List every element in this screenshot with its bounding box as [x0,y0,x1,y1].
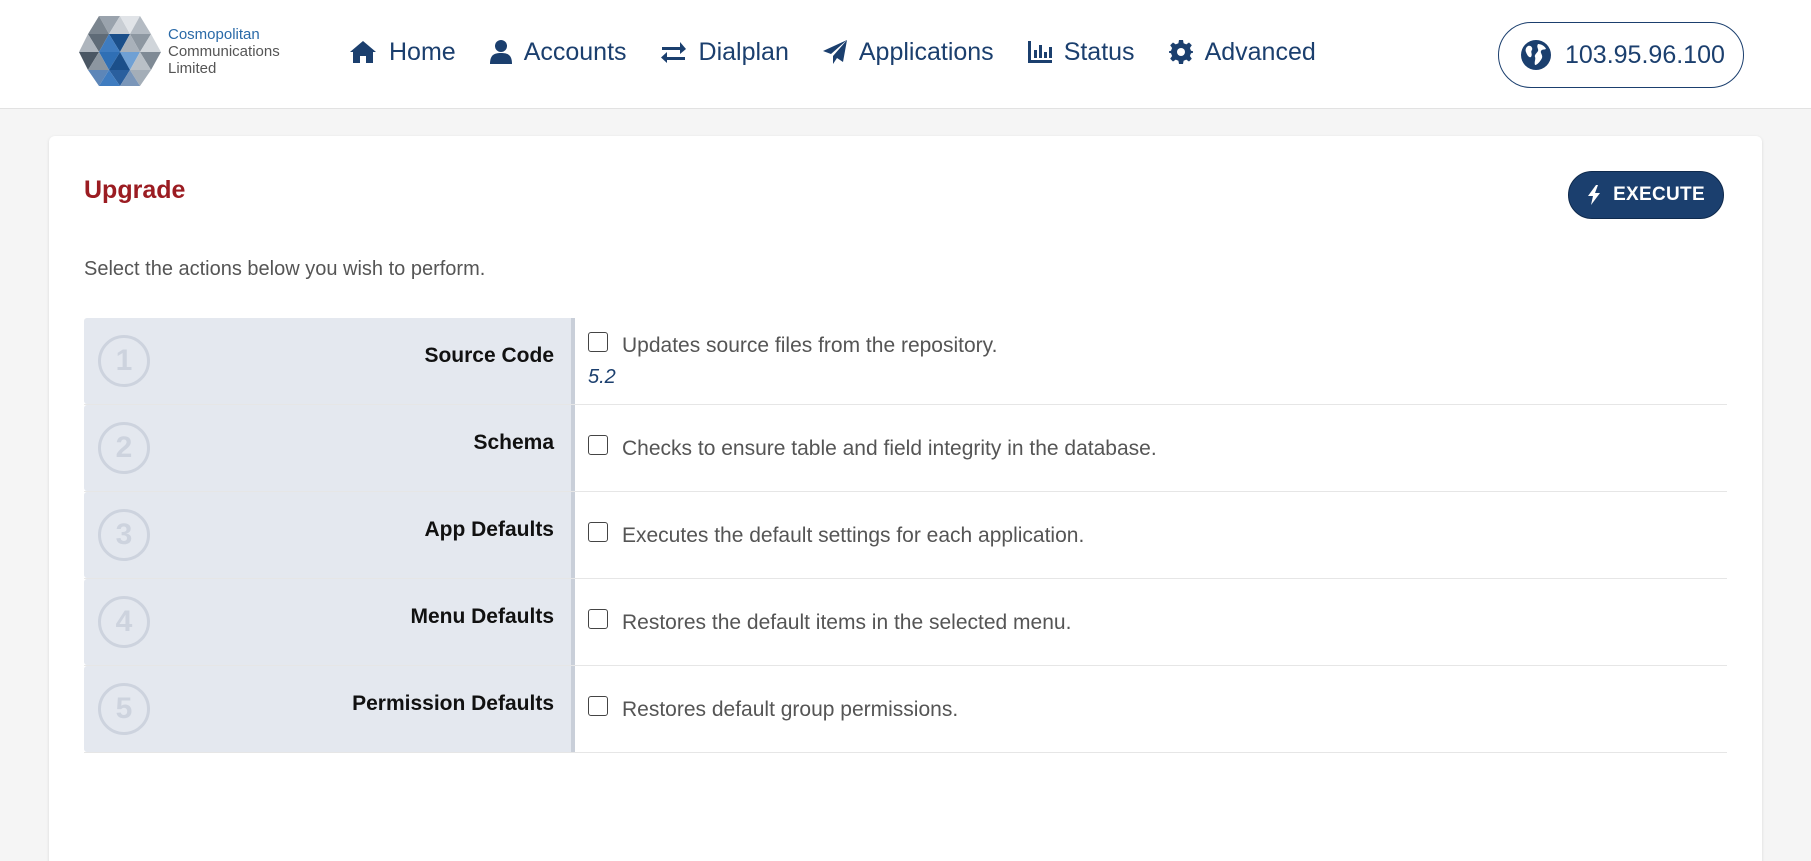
execute-button-label: EXECUTE [1613,184,1705,205]
step-number-badge: 4 [98,596,150,648]
source-version: 5.2 [588,366,616,388]
upgrade-card: Upgrade EXECUTE Select the actions below… [49,136,1762,861]
nav-status[interactable]: Status [1027,37,1135,67]
chart-icon [1027,41,1052,63]
bolt-icon [1588,185,1601,205]
nav-applications-label: Applications [858,37,994,66]
nav-home-label: Home [389,37,456,66]
nav-home[interactable]: Home [349,38,456,67]
action-label: App Defaults [424,518,554,541]
nav-status-label: Status [1063,37,1135,66]
action-row-permission-defaults: 5 Permission Defaults Restores default g… [84,666,1727,753]
action-row-menu-defaults: 4 Menu Defaults Restores the default ite… [84,579,1727,666]
step-number-badge: 5 [98,683,150,735]
nav-accounts-label: Accounts [523,37,627,66]
action-description: Restores the default items in the select… [622,611,1072,634]
action-label-cell: 5 Permission Defaults [84,666,575,752]
action-label-cell: 4 Menu Defaults [84,579,575,665]
gear-icon [1168,40,1193,64]
action-description: Restores default group permissions. [622,698,959,721]
ip-address-button[interactable]: 103.95.96.100 [1498,22,1744,88]
logo-line-2: Communications [168,43,280,60]
menu-defaults-checkbox[interactable] [588,609,608,629]
home-icon [350,41,376,63]
logo-line-1: Cosmopolitan [168,26,260,43]
page-description: Select the actions below you wish to per… [84,258,486,280]
logo-line-3: Limited [168,60,217,77]
action-label-cell: 1 Source Code [84,318,575,404]
globe-icon [1521,40,1551,70]
action-label-cell: 3 App Defaults [84,492,575,578]
logo-text: Cosmopolitan Communications Limited [168,26,280,77]
action-row-source-code: 1 Source Code Updates source files from … [84,318,1727,405]
action-description: Executes the default settings for each a… [622,524,1085,547]
exchange-icon [660,42,686,63]
nav-dialplan[interactable]: Dialplan [660,37,789,67]
action-label: Source Code [424,344,554,367]
nav-applications[interactable]: Applications [822,37,994,67]
step-number-badge: 2 [98,422,150,474]
action-label: Permission Defaults [352,692,554,715]
main-menu: Home Accounts Dialplan Applications Stat… [349,30,1350,74]
action-label: Schema [473,431,554,454]
nav-dialplan-label: Dialplan [698,37,789,66]
action-label-cell: 2 Schema [84,405,575,491]
step-number-badge: 3 [98,509,150,561]
nav-accounts[interactable]: Accounts [489,37,627,67]
nav-advanced[interactable]: Advanced [1168,37,1316,67]
page-title: Upgrade [84,176,186,204]
action-row-app-defaults: 3 App Defaults Executes the default sett… [84,492,1727,579]
user-icon [489,40,512,64]
action-label: Menu Defaults [410,605,554,628]
ip-address-label: 103.95.96.100 [1565,40,1725,69]
nav-advanced-label: Advanced [1204,37,1316,66]
action-description: Checks to ensure table and field integri… [622,437,1157,460]
hexagon-logo-icon [79,16,161,86]
step-number-badge: 1 [98,335,150,387]
action-row-schema: 2 Schema Checks to ensure table and fiel… [84,405,1727,492]
schema-checkbox[interactable] [588,435,608,455]
top-navbar: Cosmopolitan Communications Limited Home… [0,0,1811,109]
permission-defaults-checkbox[interactable] [588,696,608,716]
execute-button[interactable]: EXECUTE [1568,171,1724,219]
company-logo[interactable]: Cosmopolitan Communications Limited [79,14,299,88]
paper-plane-icon [822,40,847,64]
source-code-checkbox[interactable] [588,332,608,352]
action-list: 1 Source Code Updates source files from … [84,318,1727,753]
app-defaults-checkbox[interactable] [588,522,608,542]
action-description: Updates source files from the repository… [622,334,998,357]
